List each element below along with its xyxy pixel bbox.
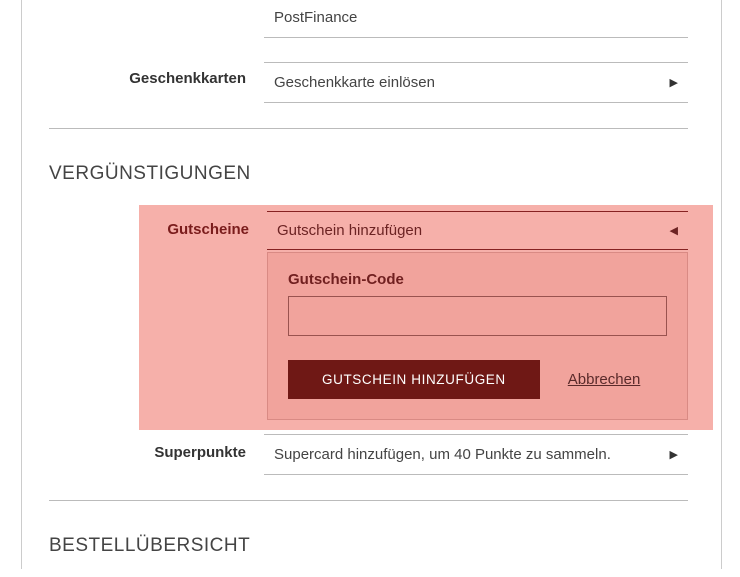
voucher-add-toggle[interactable]: Gutschein hinzufügen ◀ (267, 211, 688, 250)
content-border-right (721, 0, 722, 569)
voucher-cancel-link[interactable]: Abbrechen (568, 371, 641, 388)
chevron-right-icon: ▶ (670, 448, 678, 461)
discounts-section-title: VERGÜNSTIGUNGEN (49, 163, 688, 185)
section-divider (49, 128, 688, 129)
payment-row-label (49, 0, 264, 6)
voucher-add-text: Gutschein hinzufügen (277, 222, 422, 239)
voucher-highlight-area: Gutscheine Gutschein hinzufügen ◀ Gutsch… (139, 205, 713, 430)
superpoints-label: Superpunkte (49, 434, 264, 461)
giftcards-redeem-text: Geschenkkarte einlösen (274, 74, 435, 91)
voucher-code-label: Gutschein-Code (288, 271, 667, 288)
superpoints-text: Supercard hinzufügen, um 40 Punkte zu sa… (274, 446, 611, 463)
payment-option-text: PostFinance (274, 9, 357, 26)
voucher-panel: Gutschein-Code GUTSCHEIN HINZUFÜGEN Abbr… (267, 252, 688, 420)
voucher-code-input[interactable] (288, 296, 667, 336)
payment-option-postfinance[interactable]: PostFinance (264, 0, 688, 38)
chevron-right-icon: ▶ (670, 76, 678, 89)
order-overview-section-title: BESTELLÜBERSICHT (49, 535, 688, 557)
voucher-submit-button[interactable]: GUTSCHEIN HINZUFÜGEN (288, 360, 540, 399)
giftcards-label: Geschenkkarten (49, 62, 264, 87)
chevron-left-icon: ◀ (670, 224, 678, 237)
section-divider (49, 500, 688, 501)
giftcards-redeem-row[interactable]: Geschenkkarte einlösen ▶ (264, 62, 688, 103)
vouchers-label: Gutscheine (139, 211, 267, 238)
content-border-left (21, 0, 22, 569)
superpoints-row[interactable]: Supercard hinzufügen, um 40 Punkte zu sa… (264, 434, 688, 475)
